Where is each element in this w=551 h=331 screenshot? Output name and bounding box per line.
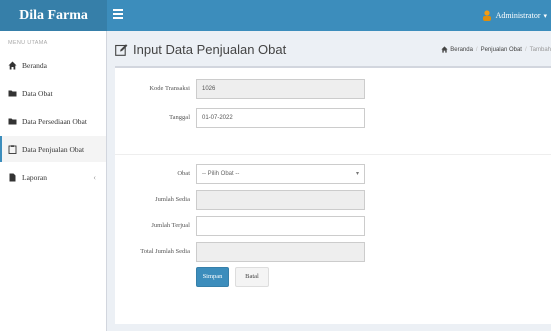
form-row-total: Total Jumlah Sedia	[115, 242, 551, 262]
chevron-down-icon: ▾	[355, 171, 359, 177]
obat-select[interactable]: -- Pilih Obat -- ▾	[196, 164, 365, 184]
simpan-button[interactable]: Simpan	[196, 267, 229, 287]
home-icon	[441, 46, 448, 53]
jumlah-sedia-label: Jumlah Sedia	[155, 196, 190, 203]
sidebar-item-data-persediaan[interactable]: Data Persediaan Obat	[0, 108, 106, 134]
user-name: Administrator	[495, 11, 541, 20]
clipboard-icon	[8, 144, 17, 154]
chevron-down-icon: ▾	[543, 11, 547, 20]
sidebar-item-label: Data Penjualan Obat	[22, 144, 85, 154]
tanggal-field[interactable]: 01-07-2022	[196, 108, 365, 128]
folder-icon	[8, 89, 17, 98]
form-divider	[115, 154, 551, 155]
breadcrumb-item-current: Tambah	[529, 46, 551, 53]
sidebar-item-label: Laporan	[22, 172, 47, 182]
form-row-tanggal: Tanggal 01-07-2022	[115, 108, 551, 128]
user-menu[interactable]: Administrator ▾	[482, 0, 547, 31]
obat-label: Obat	[177, 170, 190, 177]
jumlah-terjual-field[interactable]	[196, 216, 365, 236]
sidebar-item-laporan[interactable]: Laporan ‹	[0, 164, 106, 190]
sidebar-item-label: Beranda	[22, 60, 47, 70]
top-navbar: Dila Farma Administrator ▾	[0, 0, 551, 31]
content-header: Input Data Penjualan Obat	[115, 38, 286, 60]
kode-transaksi-field: 1026	[196, 79, 365, 99]
home-icon	[8, 61, 17, 70]
sidebar-menu-header: MENU UTAMA	[8, 40, 48, 46]
chevron-left-icon: ‹	[93, 172, 96, 182]
total-jumlah-sedia-label: Total Jumlah Sedia	[140, 248, 190, 255]
sidebar: MENU UTAMA Beranda Data Obat Data Persed…	[0, 31, 107, 331]
sidebar-item-label: Data Persediaan Obat	[22, 116, 87, 126]
brand-logo[interactable]: Dila Farma	[0, 0, 107, 31]
form-box: Kode Transaksi 1026 Tanggal 01-07-2022 O…	[115, 66, 551, 324]
page-title: Input Data Penjualan Obat	[133, 41, 287, 57]
obat-select-value: -- Pilih Obat --	[202, 171, 240, 177]
breadcrumb-item[interactable]: Beranda	[450, 47, 473, 53]
breadcrumb-item[interactable]: Penjualan Obat	[481, 47, 522, 53]
jumlah-terjual-label: Jumlah Terjual	[151, 222, 190, 229]
sidebar-item-beranda[interactable]: Beranda	[0, 52, 106, 78]
form-row-kode: Kode Transaksi 1026	[115, 79, 551, 99]
tanggal-label: Tanggal	[169, 114, 190, 121]
edit-icon	[115, 43, 128, 56]
form-row-jumlah-sedia: Jumlah Sedia	[115, 190, 551, 210]
file-icon	[8, 173, 17, 182]
form-row-jumlah-terjual: Jumlah Terjual	[115, 216, 551, 236]
breadcrumb: Beranda / Penjualan Obat / Tambah	[441, 46, 551, 53]
batal-button[interactable]: Batal	[235, 267, 269, 287]
user-icon	[482, 10, 491, 21]
sidebar-toggle-icon[interactable]	[113, 9, 123, 21]
jumlah-sedia-field	[196, 190, 365, 210]
total-jumlah-sedia-field	[196, 242, 365, 262]
sidebar-item-label: Data Obat	[22, 88, 53, 98]
kode-transaksi-label: Kode Transaksi	[149, 85, 190, 92]
breadcrumb-separator: /	[524, 46, 527, 53]
breadcrumb-separator: /	[475, 46, 478, 53]
folder-icon	[8, 117, 17, 126]
sidebar-item-data-obat[interactable]: Data Obat	[0, 80, 106, 106]
sidebar-item-data-penjualan[interactable]: Data Penjualan Obat	[0, 136, 106, 162]
form-row-obat: Obat -- Pilih Obat -- ▾	[115, 164, 551, 184]
